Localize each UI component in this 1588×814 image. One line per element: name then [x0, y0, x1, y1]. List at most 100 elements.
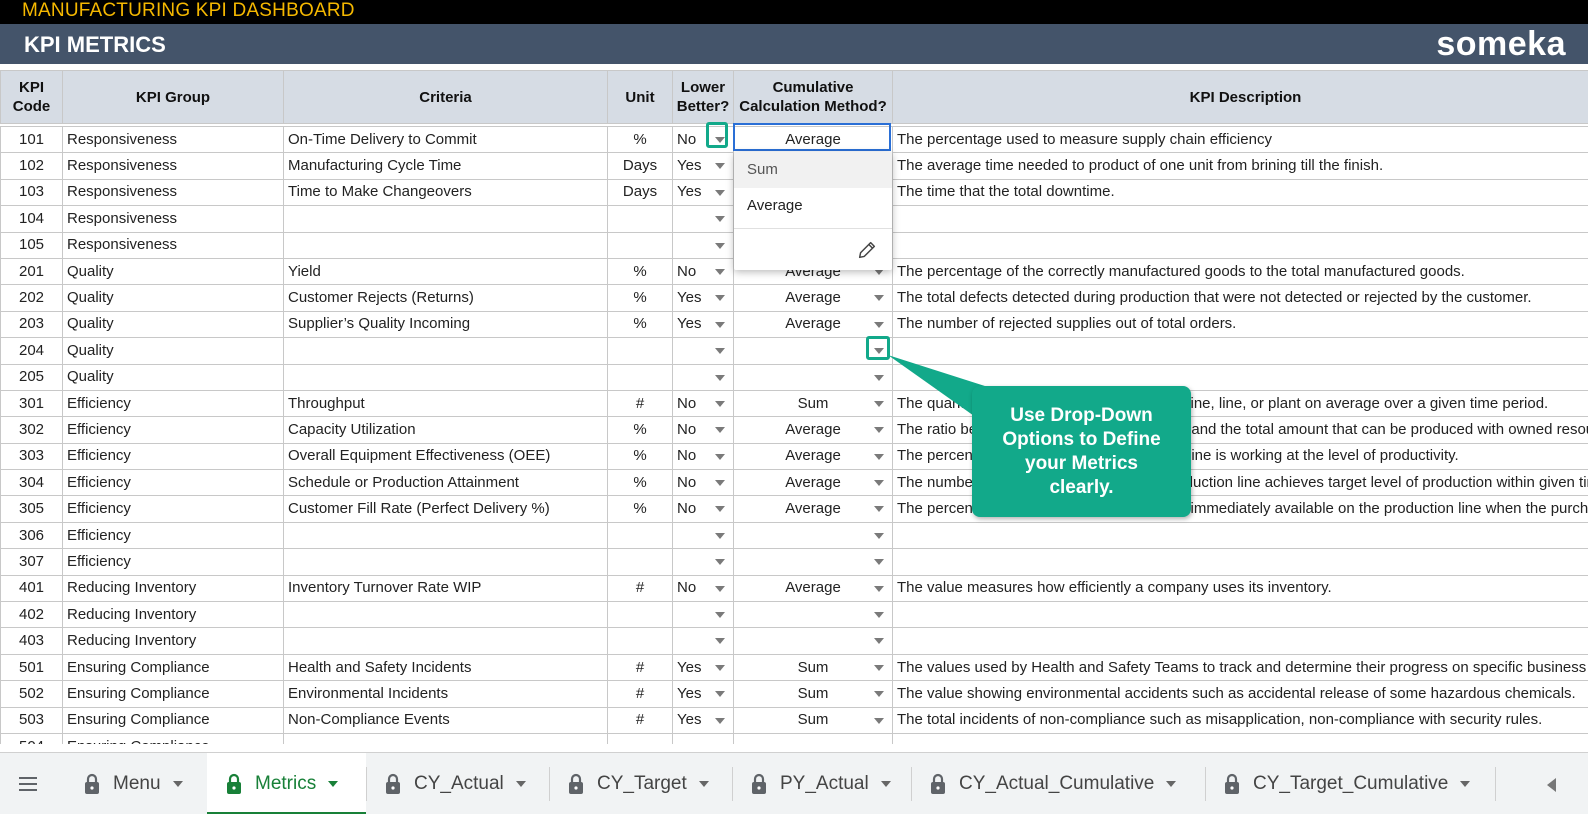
- kpi-code-cell[interactable]: 204: [0, 337, 63, 365]
- col-header-kpi-group[interactable]: KPI Group: [62, 70, 284, 124]
- dropdown-arrow-icon[interactable]: [874, 480, 884, 487]
- hamburger-icon[interactable]: [18, 775, 38, 793]
- kpi-description-cell[interactable]: The time that the total downtime.: [892, 178, 1588, 207]
- criteria-cell[interactable]: Customer Fill Rate (Perfect Delivery %): [283, 495, 608, 523]
- criteria-cell[interactable]: Capacity Utilization: [283, 416, 608, 444]
- dropdown-arrow-icon[interactable]: [715, 321, 725, 328]
- cumulative-method-cell[interactable]: Average: [733, 574, 893, 603]
- cumulative-method-cell[interactable]: [733, 363, 893, 391]
- unit-cell[interactable]: [607, 337, 673, 365]
- unit-cell[interactable]: [607, 521, 673, 550]
- kpi-description-cell[interactable]: The value measures how efficiently a com…: [892, 574, 1588, 603]
- dropdown-arrow-icon[interactable]: [715, 163, 725, 170]
- cumulative-method-cell[interactable]: [733, 627, 893, 655]
- lower-better-cell[interactable]: Yes: [672, 706, 734, 734]
- kpi-code-cell[interactable]: 101: [0, 125, 63, 154]
- kpi-code-cell[interactable]: 205: [0, 363, 63, 391]
- dropdown-arrow-icon[interactable]: [715, 348, 725, 355]
- lower-better-cell[interactable]: No: [672, 389, 734, 418]
- criteria-cell[interactable]: Environmental Incidents: [283, 680, 608, 708]
- lower-better-cell[interactable]: [672, 205, 734, 233]
- kpi-group-cell[interactable]: Ensuring Compliance: [62, 653, 284, 682]
- unit-cell[interactable]: #: [607, 706, 673, 734]
- cumulative-method-cell[interactable]: Average: [733, 469, 893, 497]
- lower-better-cell[interactable]: No: [672, 574, 734, 603]
- kpi-code-cell[interactable]: 501: [0, 653, 63, 682]
- criteria-cell[interactable]: Yield: [283, 257, 608, 286]
- dropdown-arrow-icon[interactable]: [874, 691, 884, 698]
- criteria-cell[interactable]: Time to Make Changeovers: [283, 178, 608, 207]
- dropdown-arrow-icon[interactable]: [715, 480, 725, 487]
- dropdown-arrow-icon[interactable]: [715, 216, 725, 223]
- lower-better-cell[interactable]: Yes: [672, 284, 734, 312]
- kpi-description-cell[interactable]: The percentage of the correctly manufact…: [892, 257, 1588, 286]
- kpi-group-cell[interactable]: Efficiency: [62, 469, 284, 497]
- dropdown-arrow-icon[interactable]: [715, 638, 725, 645]
- cumulative-method-cell[interactable]: [733, 548, 893, 576]
- kpi-group-cell[interactable]: Efficiency: [62, 521, 284, 550]
- dropdown-arrow-icon[interactable]: [715, 427, 725, 434]
- dropdown-arrow-icon[interactable]: [715, 453, 725, 460]
- sheet-tab-cy-actual-cumulative[interactable]: CY_Actual_Cumulative: [911, 753, 1205, 814]
- col-header-kpi-description[interactable]: KPI Description: [892, 70, 1588, 124]
- criteria-cell[interactable]: [283, 337, 608, 365]
- criteria-cell[interactable]: [283, 521, 608, 550]
- criteria-cell[interactable]: [283, 732, 608, 744]
- cumulative-method-cell[interactable]: Average: [733, 495, 893, 523]
- unit-cell[interactable]: #: [607, 653, 673, 682]
- dropdown-arrow-icon[interactable]: [874, 321, 884, 328]
- dropdown-arrow-icon[interactable]: [715, 585, 725, 592]
- lower-better-cell[interactable]: Yes: [672, 653, 734, 682]
- dropdown-arrow-icon[interactable]: [874, 612, 884, 619]
- criteria-cell[interactable]: Supplier’s Quality Incoming: [283, 310, 608, 339]
- lower-better-cell[interactable]: [672, 548, 734, 576]
- tab-menu-caret-icon[interactable]: [1166, 780, 1177, 787]
- lower-better-cell[interactable]: [672, 601, 734, 629]
- pencil-icon[interactable]: [856, 239, 878, 261]
- unit-cell[interactable]: %: [607, 416, 673, 444]
- lower-better-cell[interactable]: No: [672, 416, 734, 444]
- dropdown-arrow-icon[interactable]: [715, 612, 725, 619]
- kpi-description-cell[interactable]: [892, 337, 1588, 365]
- dropdown-arrow-icon[interactable]: [715, 691, 725, 698]
- lower-better-cell[interactable]: No: [672, 495, 734, 523]
- kpi-group-cell[interactable]: Efficiency: [62, 548, 284, 576]
- unit-cell[interactable]: %: [607, 257, 673, 286]
- kpi-code-cell[interactable]: 303: [0, 442, 63, 471]
- kpi-code-cell[interactable]: 305: [0, 495, 63, 523]
- cumulative-method-cell[interactable]: Average: [733, 442, 893, 471]
- dropdown-arrow-icon[interactable]: [874, 506, 884, 513]
- dropdown-arrow-icon[interactable]: [715, 664, 725, 671]
- criteria-cell[interactable]: Non-Compliance Events: [283, 706, 608, 734]
- lower-better-cell[interactable]: [672, 627, 734, 655]
- dropdown-arrow-icon[interactable]: [874, 453, 884, 460]
- dropdown-arrow-icon[interactable]: [715, 268, 725, 275]
- dropdown-arrow-icon[interactable]: [715, 242, 725, 249]
- kpi-group-cell[interactable]: Responsiveness: [62, 152, 284, 180]
- tab-menu-caret-icon[interactable]: [328, 780, 339, 787]
- tab-menu-caret-icon[interactable]: [172, 780, 183, 787]
- cumulative-dropdown-highlight[interactable]: [866, 336, 890, 360]
- tab-menu-caret-icon[interactable]: [515, 780, 526, 787]
- kpi-description-cell[interactable]: [892, 521, 1588, 550]
- criteria-cell[interactable]: [283, 363, 608, 391]
- cumulative-method-cell[interactable]: Sum: [733, 706, 893, 734]
- kpi-group-cell[interactable]: Ensuring Compliance: [62, 680, 284, 708]
- kpi-group-cell[interactable]: Responsiveness: [62, 205, 284, 233]
- criteria-cell[interactable]: On-Time Delivery to Commit: [283, 125, 608, 154]
- cumulative-method-cell[interactable]: [733, 732, 893, 744]
- dropdown-arrow-icon[interactable]: [715, 506, 725, 513]
- kpi-description-cell[interactable]: [892, 601, 1588, 629]
- criteria-cell[interactable]: Throughput: [283, 389, 608, 418]
- lower-better-cell[interactable]: [672, 521, 734, 550]
- unit-cell[interactable]: [607, 205, 673, 233]
- kpi-code-cell[interactable]: 105: [0, 231, 63, 259]
- criteria-cell[interactable]: [283, 231, 608, 259]
- unit-cell[interactable]: %: [607, 495, 673, 523]
- dropdown-arrow-icon[interactable]: [874, 638, 884, 645]
- kpi-code-cell[interactable]: 103: [0, 178, 63, 207]
- lower-better-cell[interactable]: Yes: [672, 310, 734, 339]
- dropdown-arrow-icon[interactable]: [715, 295, 725, 302]
- kpi-description-cell[interactable]: The total defects detected during produc…: [892, 284, 1588, 312]
- dropdown-option-average[interactable]: Average: [734, 188, 892, 224]
